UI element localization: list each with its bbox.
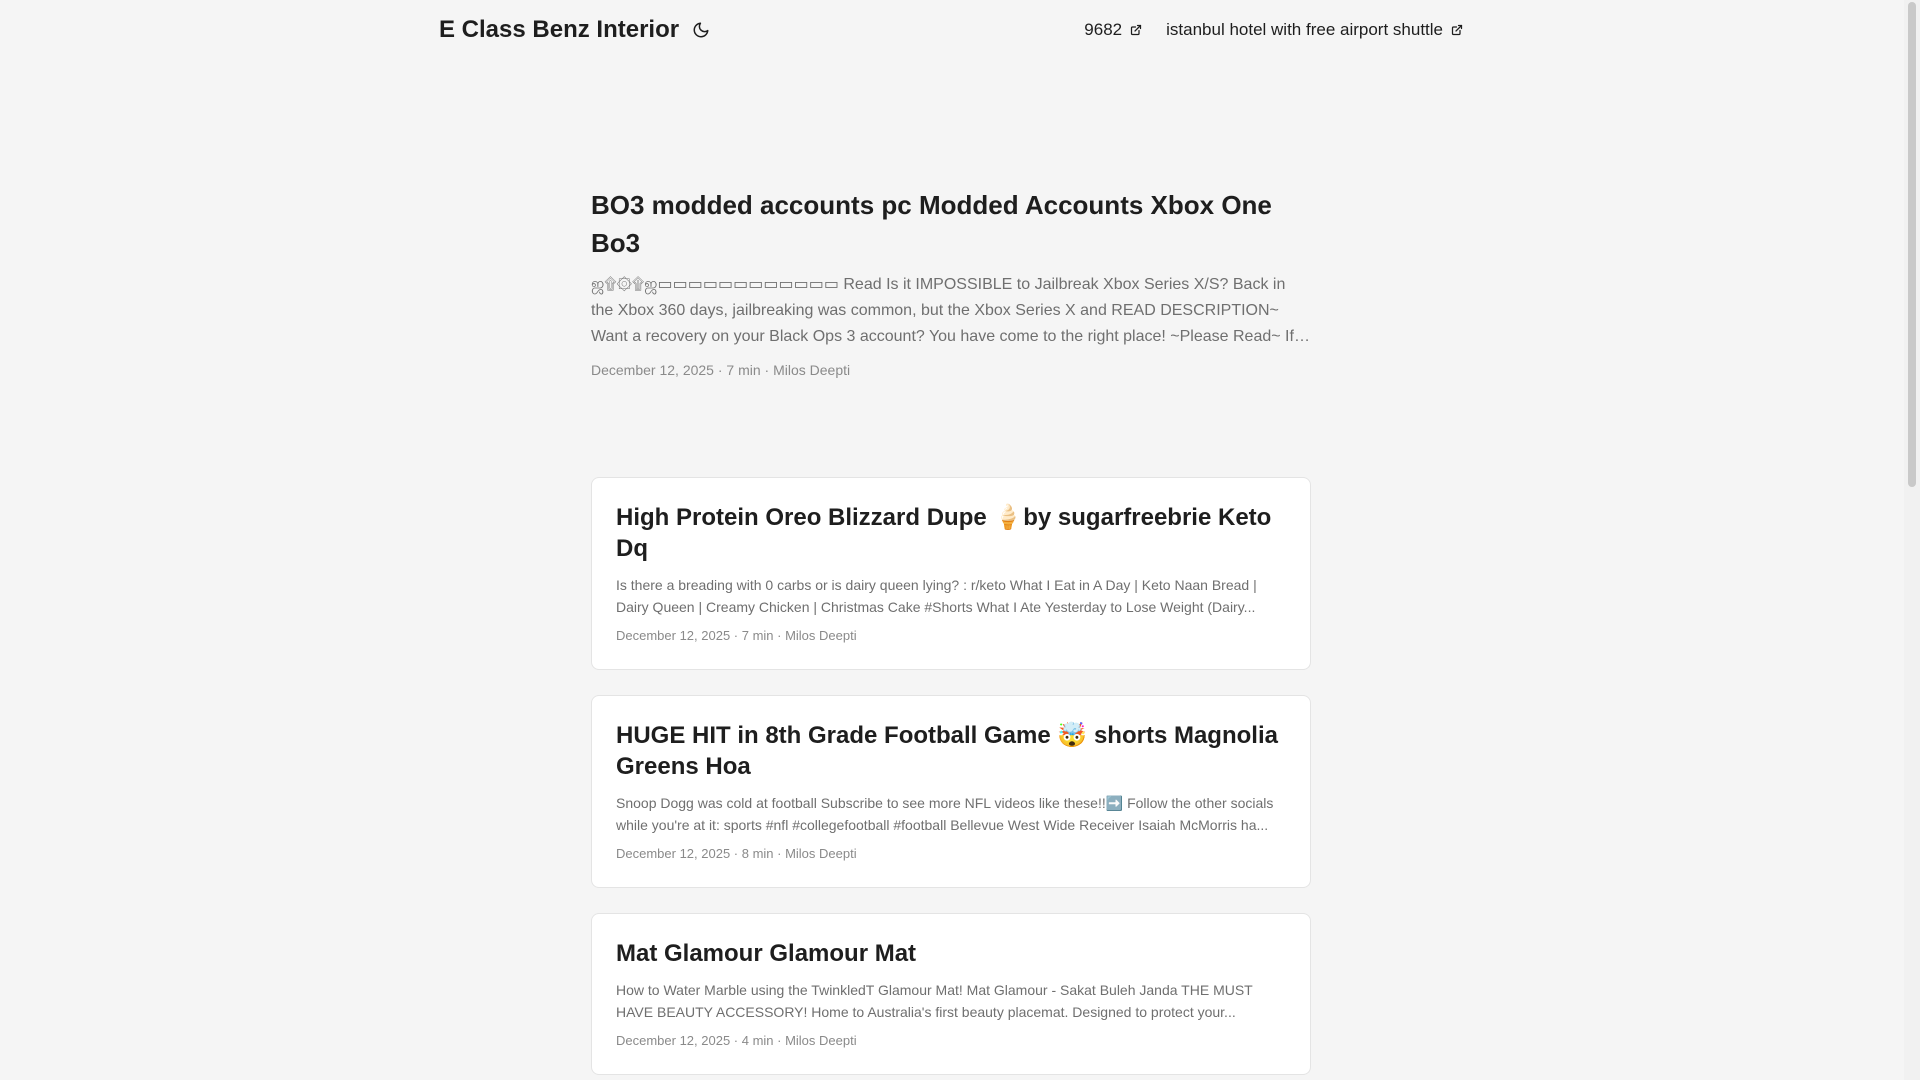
brand: E Class Benz Interior [439, 16, 711, 44]
hero-post[interactable]: BO3 modded accounts pc Modded Accounts X… [591, 186, 1311, 378]
hero-title[interactable]: BO3 modded accounts pc Modded Accounts X… [591, 186, 1311, 262]
post-card[interactable]: High Protein Oreo Blizzard Dupe 🍦by suga… [591, 477, 1311, 670]
post-title[interactable]: High Protein Oreo Blizzard Dupe 🍦by suga… [616, 502, 1286, 564]
hero-meta: December 12, 2025 · 7 min · Milos Deepti [591, 362, 851, 378]
hero-excerpt: ஜ۩۞۩ஜ▭▭▭▭▭▭▭▭▭▭▭▭ Read Is it IMPOSSIBLE … [591, 276, 1294, 345]
moon-icon[interactable] [691, 20, 711, 40]
post-excerpt: Snoop Dogg was cold at football Subscrib… [616, 795, 1274, 833]
post-title[interactable]: HUGE HIT in 8th Grade Football Game 🤯 sh… [616, 720, 1286, 782]
nav-link-label: istanbul hotel with free airport shuttle [1166, 20, 1443, 39]
post-meta: December 12, 2025 · 4 min · Milos Deepti [616, 1033, 857, 1048]
post-title[interactable]: Mat Glamour Glamour Mat [616, 938, 1286, 969]
nav-link-9682[interactable]: 9682 [1084, 20, 1142, 40]
top-nav: 9682 istanbul hotel with free airport sh… [1084, 20, 1463, 40]
external-link-icon [1131, 24, 1142, 36]
scrollbar-thumb[interactable] [1908, 2, 1916, 487]
post-card[interactable]: HUGE HIT in 8th Grade Football Game 🤯 sh… [591, 695, 1311, 888]
post-excerpt: Is there a breading with 0 carbs or is d… [616, 577, 1257, 615]
post-excerpt: How to Water Marble using the TwinkledT … [616, 982, 1253, 1020]
site-header: E Class Benz Interior 9682 istanbul hote… [439, 0, 1463, 60]
post-meta: December 12, 2025 · 7 min · Milos Deepti [616, 628, 857, 643]
nav-link-label: 9682 [1084, 20, 1123, 39]
nav-link-istanbul-hotel[interactable]: istanbul hotel with free airport shuttle [1166, 20, 1463, 40]
post-meta: December 12, 2025 · 8 min · Milos Deepti [616, 846, 857, 861]
external-link-icon [1451, 24, 1463, 36]
vertical-scrollbar[interactable] [1904, 0, 1920, 1080]
post-card[interactable]: Mat Glamour Glamour Mat How to Water Mar… [591, 913, 1311, 1075]
site-title[interactable]: E Class Benz Interior [439, 16, 679, 44]
